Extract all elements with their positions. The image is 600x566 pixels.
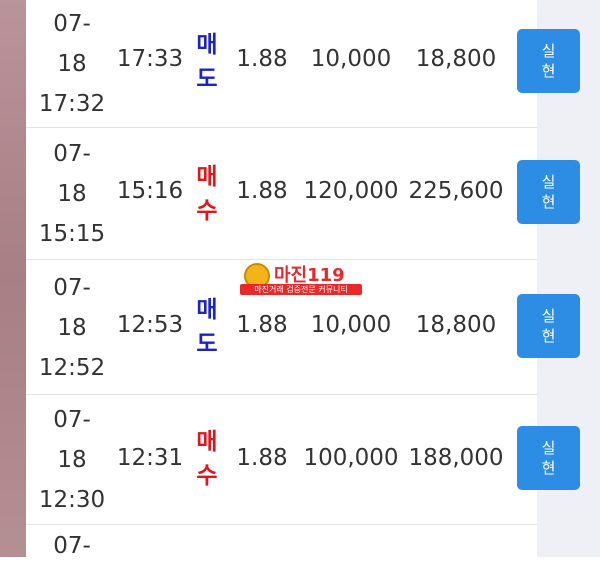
realize-button[interactable]: 실 현 — [517, 29, 580, 93]
trade-date: 07- 18 12:52 — [26, 260, 118, 395]
trade-date: 07- 18 15:15 — [26, 128, 118, 260]
trade-amount: 225,600 — [408, 178, 504, 204]
trade-side: 매 수 — [190, 425, 224, 493]
trade-side: 매 도 — [190, 293, 224, 361]
realize-button-label-1: 실 — [541, 173, 556, 191]
trade-side-char-2: 수 — [196, 463, 218, 489]
watermark-logo: 마진119 마진거래 검증전문 커뮤니티 — [236, 261, 366, 297]
trade-quantity: 10,000 — [310, 312, 392, 338]
trade-time: 12:31 — [116, 445, 184, 471]
trade-date-time: 17:32 — [38, 91, 106, 117]
trade-date-day: 18 — [57, 51, 87, 77]
trade-side: 매 도 — [190, 28, 224, 96]
trade-date: 07- 18 17:32 — [26, 0, 118, 128]
trade-date: 07- 18 12:30 — [26, 395, 118, 525]
trade-price: 1.88 — [236, 312, 288, 338]
realize-button-label-2: 현 — [541, 193, 556, 211]
trade-date-month: 07- — [53, 141, 91, 167]
trade-amount: 18,800 — [415, 46, 497, 72]
trade-date-time: 15:15 — [38, 221, 106, 247]
trade-date-time: 12:52 — [38, 354, 106, 381]
trade-date-day: 18 — [57, 447, 87, 473]
trade-side-char-1: 매 — [196, 429, 218, 455]
realize-button-label-1: 실 — [541, 307, 556, 325]
trade-quantity: 120,000 — [303, 178, 399, 204]
realize-button-label-2: 현 — [541, 62, 556, 80]
trade-time: 15:16 — [116, 178, 184, 204]
trade-price: 1.88 — [236, 445, 288, 471]
trade-time: 17:33 — [116, 46, 184, 72]
trade-quantity: 10,000 — [310, 46, 392, 72]
trade-date-time: 12:30 — [38, 487, 106, 513]
trade-date-month: 07- — [53, 274, 91, 301]
trade-date-month: 07- — [53, 11, 91, 37]
left-background-strip — [0, 0, 26, 557]
watermark-subtitle: 마진거래 검증전문 커뮤니티 — [240, 284, 362, 295]
trade-amount: 188,000 — [408, 445, 504, 471]
trade-side: 매 수 — [190, 160, 224, 228]
trade-price: 1.88 — [236, 46, 288, 72]
trade-date-month: 07- — [53, 407, 91, 433]
realize-button[interactable]: 실 현 — [517, 160, 580, 224]
trade-row: 07- 18 15:15 15:16 매 수 1.88 120,000 225,… — [26, 128, 537, 260]
realize-button-label-2: 현 — [541, 459, 556, 477]
trade-price: 1.88 — [236, 178, 288, 204]
trade-side-char-2: 도 — [196, 331, 218, 357]
realize-button[interactable]: 실 현 — [517, 426, 580, 490]
trade-side-char-1: 매 — [196, 32, 218, 58]
trade-date-day: 18 — [57, 314, 87, 341]
trade-amount: 18,800 — [415, 312, 497, 338]
trade-quantity: 100,000 — [303, 445, 399, 471]
trade-side-char-1: 매 — [196, 297, 218, 323]
trade-side-char-2: 수 — [196, 198, 218, 224]
trade-date-day: 18 — [57, 181, 87, 207]
partial-trade-date-month: 07- — [53, 533, 91, 559]
trade-side-char-2: 도 — [196, 66, 218, 92]
trade-row: 07- 18 17:32 17:33 매 도 1.88 10,000 18,80… — [26, 0, 537, 128]
trade-time: 12:53 — [116, 312, 184, 338]
realize-button[interactable]: 실 현 — [517, 294, 580, 358]
trade-row: 07- 18 12:30 12:31 매 수 1.88 100,000 188,… — [26, 395, 537, 525]
trade-side-char-1: 매 — [196, 164, 218, 190]
realize-button-label-2: 현 — [541, 327, 556, 345]
realize-button-label-1: 실 — [541, 42, 556, 60]
realize-button-label-1: 실 — [541, 439, 556, 457]
